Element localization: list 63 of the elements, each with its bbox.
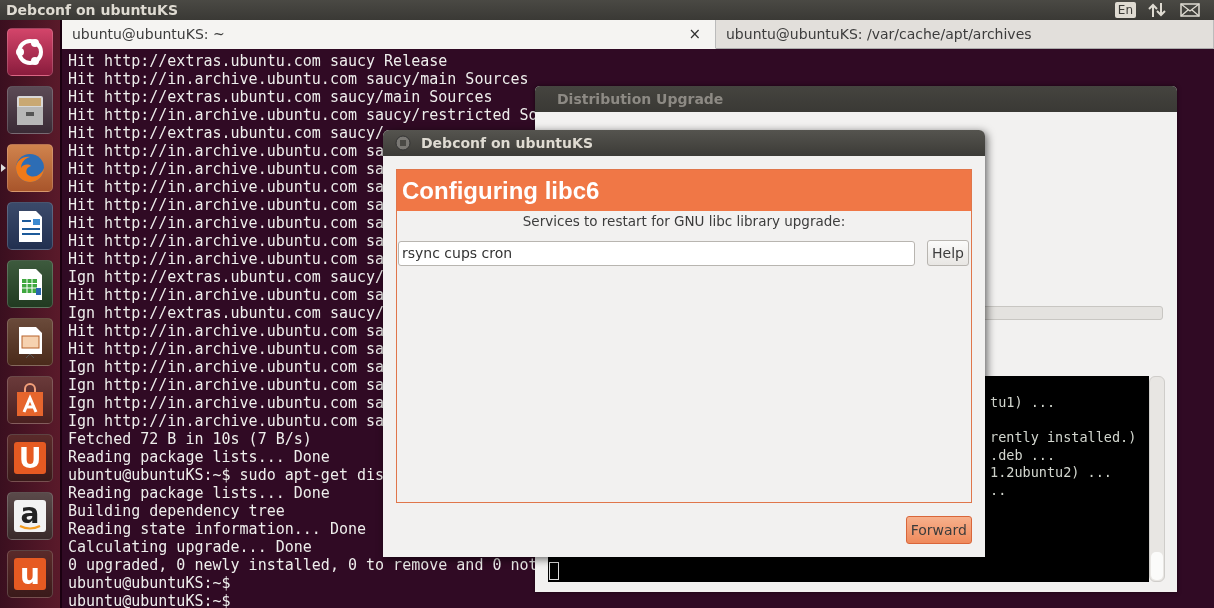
logo-letter: U	[17, 440, 43, 476]
terminal-line: Ign http://in.archive.ubuntu.com sa	[68, 412, 385, 430]
forward-button[interactable]: Forward	[905, 516, 972, 544]
keyboard-layout-indicator[interactable]: En	[1114, 2, 1136, 18]
terminal-line: Hit http://extras.ubuntu.com saucy/	[68, 124, 385, 142]
launcher-item[interactable]: u	[7, 550, 53, 598]
terminal-line: ubuntu@ubuntuKS:~$	[68, 574, 231, 592]
envelope-icon	[1180, 2, 1200, 18]
terminal-line: Hit http://extras.ubuntu.com saucy/main Sources	[68, 88, 493, 106]
terminal-line: Ign http://in.archive.ubuntu.com sa	[68, 358, 385, 376]
prompt-text: Services to restart for GNU libc library upgrade:	[521, 213, 847, 229]
terminal-line: Hit http://extras.ubuntu.com saucy Release	[68, 52, 448, 70]
logo-letter: u	[19, 556, 41, 592]
terminal-line: ubuntu@ubuntuKS:~$	[68, 592, 231, 608]
launcher-item[interactable]	[7, 86, 53, 134]
close-tab-button[interactable]: ×	[684, 25, 705, 43]
launcher-item[interactable]: U	[7, 434, 53, 482]
scrollbar[interactable]	[1149, 376, 1165, 582]
terminal-line: Calculating upgrade... Done	[68, 538, 312, 556]
window-title: Debconf on ubuntuKS	[6, 2, 179, 18]
terminal-line: tu1) ...	[990, 394, 1056, 410]
terminal-line: Hit http://in.archive.ubuntu.com sa	[68, 232, 385, 250]
terminal-line: Reading package lists... Done	[68, 484, 330, 502]
help-button[interactable]: Help	[927, 240, 969, 266]
launcher-item[interactable]	[7, 260, 53, 308]
terminal-line: ubuntu@ubuntuKS:~$ sudo apt-get dis	[68, 466, 385, 484]
terminal-line: Hit http://in.archive.ubuntu.com saucy/main Sources	[68, 70, 529, 88]
terminal-line: Hit http://in.archive.ubuntu.com sa	[68, 142, 385, 160]
terminal-line: Fetched 72 B in 10s (7 B/s)	[68, 430, 312, 448]
terminal-line: Hit http://in.archive.ubuntu.com sa	[68, 250, 385, 268]
close-icon[interactable]	[395, 135, 411, 151]
terminal-line: Hit http://in.archive.ubuntu.com sa	[68, 196, 385, 214]
dialog-heading: Configuring libc6	[402, 176, 600, 205]
launcher-item[interactable]	[7, 202, 53, 250]
logo-letter: a	[19, 498, 41, 532]
terminal-line: Ign http://in.archive.ubuntu.com sa	[68, 394, 385, 412]
terminal-line: Hit http://in.archive.ubuntu.com sa	[68, 160, 385, 178]
terminal-tab[interactable]: ubuntu@ubuntuKS: ~ ×	[62, 20, 716, 49]
terminal-line: Ign http://extras.ubuntu.com saucy/	[68, 304, 385, 322]
launcher-item[interactable]	[7, 28, 53, 76]
terminal-line: .deb ...	[990, 446, 1056, 463]
terminal-line: ..	[990, 481, 1007, 498]
terminal-line: Hit http://in.archive.ubuntu.com sa	[68, 322, 385, 340]
terminal-line: Building dependency tree	[68, 502, 285, 520]
terminal-line: Ign http://in.archive.ubuntu.com sa	[68, 376, 385, 394]
terminal-line: Hit http://in.archive.ubuntu.com sa	[68, 340, 385, 358]
terminal-line: Reading state information... Done	[68, 520, 366, 538]
launcher-item[interactable]: a	[7, 492, 53, 540]
network-arrows-icon	[1148, 2, 1166, 18]
terminal-line: Hit http://in.archive.ubuntu.com sa	[68, 214, 385, 232]
terminal-tab[interactable]: ubuntu@ubuntuKS: /var/cache/apt/archives	[716, 20, 1214, 49]
terminal-line: Reading package lists... Done	[68, 448, 330, 466]
input-field[interactable]: rsync cups cron	[398, 240, 916, 266]
launcher-item[interactable]	[7, 318, 53, 366]
terminal-line: Hit http://in.archive.ubuntu.com sa	[68, 178, 385, 196]
launcher-item[interactable]	[7, 376, 53, 424]
window-title: Debconf on ubuntuKS	[421, 135, 593, 151]
terminal-line: 1.2ubuntu2) ...	[990, 464, 1112, 481]
terminal-line: Ign http://extras.ubuntu.com saucy/	[68, 268, 385, 286]
terminal-line: Hit http://in.archive.ubuntu.com sa	[68, 286, 385, 304]
terminal-line: rently installed.)	[990, 429, 1137, 446]
terminal-line: 0 upgraded, 0 newly installed, 0 to remove and 0 not	[68, 556, 538, 574]
window-title: Distribution Upgrade	[557, 91, 724, 107]
